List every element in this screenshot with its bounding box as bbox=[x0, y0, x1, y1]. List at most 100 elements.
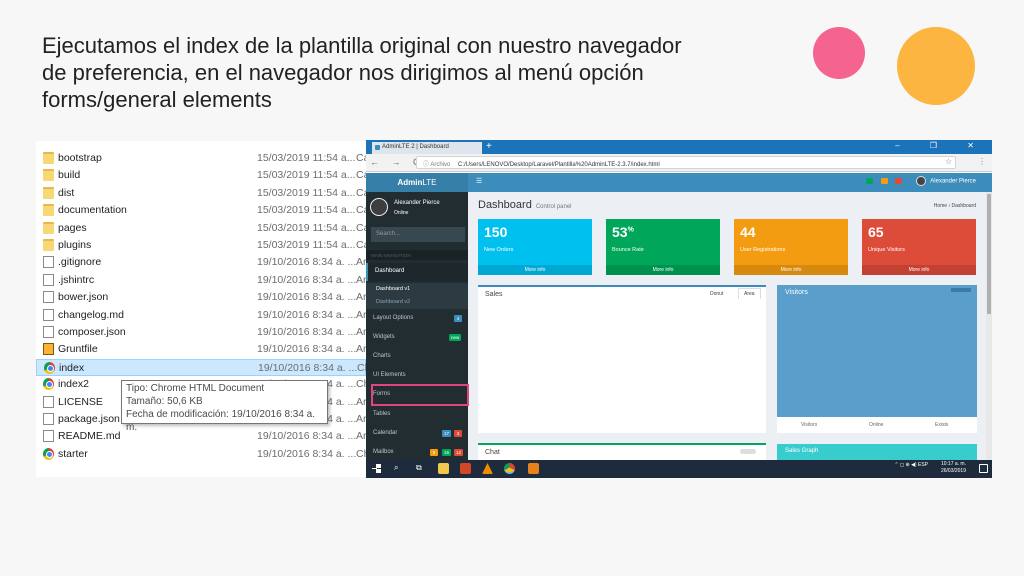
file-date: 19/10/2016 8:34 a. ... bbox=[257, 308, 357, 321]
file-name: bootstrap bbox=[58, 152, 102, 164]
powerpoint-icon[interactable] bbox=[460, 463, 471, 474]
sidebar-item-widgets[interactable]: Widgets new bbox=[366, 329, 468, 347]
mailbox-badge-2: 16 bbox=[442, 449, 452, 456]
file-row[interactable]: build 15/03/2019 11:54 a...Ca bbox=[36, 167, 366, 184]
file-type: Ch bbox=[356, 378, 366, 391]
file-row[interactable]: dist 15/03/2019 11:54 a...Ca bbox=[36, 185, 366, 202]
notifications-icon[interactable] bbox=[979, 464, 988, 473]
sidebar-item-calendar[interactable]: Calendar 17 3 bbox=[366, 425, 468, 443]
avatar bbox=[370, 198, 388, 216]
sidebar-toggle-icon[interactable]: ☰ bbox=[476, 177, 482, 185]
file-date: 19/10/2016 8:34 a. ... bbox=[258, 361, 358, 374]
messages-badge-icon[interactable] bbox=[865, 178, 873, 184]
slide-title: Ejecutamos el index de la plantilla orig… bbox=[42, 33, 682, 112]
windows-start-icon[interactable] bbox=[372, 464, 381, 473]
file-date: 19/10/2016 8:34 a. ... bbox=[257, 273, 357, 286]
taskbar-clock[interactable]: 10:17 a. m. 26/03/2019 bbox=[941, 461, 966, 475]
stat-box: 44 User Registrations More info bbox=[734, 219, 848, 275]
stat-value: 44 bbox=[740, 224, 756, 240]
file-date: 19/10/2016 8:34 a. ... bbox=[257, 291, 357, 304]
sidebar-item-tables[interactable]: Tables bbox=[366, 406, 468, 424]
file-name: Gruntfile bbox=[58, 343, 98, 356]
stat-box: 65 Unique Visitors More info bbox=[862, 219, 976, 275]
vlc-icon[interactable] bbox=[482, 463, 493, 474]
browser-tab[interactable]: AdminLTE 2 | Dashboard bbox=[372, 142, 482, 154]
tooltip-modified: Fecha de modificación: 19/10/2016 8:34 a… bbox=[126, 409, 316, 433]
scrollbar-thumb[interactable] bbox=[987, 194, 991, 314]
browser-menu-icon[interactable]: ⋮ bbox=[978, 157, 986, 166]
sidebar-item-dashboard-v2[interactable]: Dashboard v2 bbox=[366, 296, 468, 309]
clock-date: 26/03/2019 bbox=[940, 468, 966, 474]
chat-title: Chat bbox=[485, 449, 500, 456]
file-icon bbox=[43, 395, 54, 408]
more-info-link[interactable]: More info bbox=[862, 265, 976, 275]
sidebar-item-ui-elements[interactable]: UI Elements bbox=[366, 367, 468, 385]
file-name: build bbox=[58, 169, 81, 182]
url-protocol: ⓘ Archivo bbox=[423, 162, 451, 168]
file-name: index bbox=[59, 361, 85, 374]
tab-donut[interactable]: Donut bbox=[710, 291, 723, 297]
sidebar-item-layout-options[interactable]: Layout Options 4 bbox=[366, 310, 468, 328]
file-row[interactable]: bower.json 19/10/2016 8:34 a. ... Ar bbox=[36, 289, 366, 306]
notifications-badge-icon[interactable] bbox=[880, 178, 888, 184]
more-info-link[interactable]: More info bbox=[734, 265, 848, 275]
more-info-link[interactable]: More info bbox=[606, 265, 720, 275]
url-input[interactable]: ⓘ Archivo C:/Users/LENOVO/Desktop/Larave… bbox=[416, 156, 956, 169]
file-row[interactable]: documentation 15/03/2019 11:54 a...Ca bbox=[36, 202, 366, 219]
tab-area[interactable]: Area bbox=[738, 288, 761, 299]
search-icon[interactable]: ⌕ bbox=[394, 463, 398, 473]
file-row[interactable]: .gitignore 19/10/2016 8:34 a. ... Ar bbox=[36, 254, 366, 271]
avatar bbox=[915, 176, 926, 186]
sidebar-search-input[interactable]: Search... bbox=[371, 227, 465, 242]
sidebar-item-mailbox[interactable]: Mailbox 5 16 12 bbox=[366, 444, 468, 460]
mailbox-badge-1: 5 bbox=[430, 449, 438, 456]
more-info-link[interactable]: More info bbox=[478, 265, 592, 275]
chat-toggle[interactable] bbox=[740, 449, 756, 454]
sidebar-item-charts[interactable]: Charts bbox=[366, 348, 468, 366]
file-row[interactable]: starter 19/10/2016 8:34 a. ...Ch bbox=[36, 446, 366, 463]
file-row[interactable]: plugins 15/03/2019 11:54 a...Ca bbox=[36, 237, 366, 254]
breadcrumb[interactable]: Home › Dashboard bbox=[934, 203, 976, 209]
system-tray[interactable]: ⌃ ◻ ⊕ ◀) ESP bbox=[894, 462, 928, 468]
stat-label: User Registrations bbox=[740, 247, 786, 253]
new-tab-button[interactable]: + bbox=[486, 141, 492, 152]
task-view-icon[interactable]: ⧉ bbox=[416, 463, 422, 473]
browser-tab-strip: AdminLTE 2 | Dashboard + – ❐ ✕ bbox=[366, 140, 992, 154]
file-row[interactable]: composer.json 19/10/2016 8:34 a. ... Ar bbox=[36, 324, 366, 341]
tasks-badge-icon[interactable] bbox=[895, 178, 903, 184]
stat-value: 150 bbox=[484, 224, 507, 240]
file-row[interactable]: Gruntfile 19/10/2016 8:34 a. ... Ar bbox=[36, 341, 366, 358]
sidebar-item-dashboard-v1[interactable]: Dashboard v1 bbox=[366, 283, 468, 296]
file-row[interactable]: pages 15/03/2019 11:54 a...Ca bbox=[36, 220, 366, 237]
window-controls[interactable]: – ❐ ✕ bbox=[895, 141, 988, 150]
file-name: documentation bbox=[58, 204, 127, 217]
file-row[interactable]: index 19/10/2016 8:34 a. ...Ch bbox=[36, 358, 366, 376]
page-viewport: AdminLTE Alexander Pierce Online Search.… bbox=[366, 173, 992, 460]
file-type: Ar bbox=[356, 430, 366, 443]
sidebar-item-dashboard[interactable]: Dashboard bbox=[366, 263, 468, 281]
logo-bold: Admin bbox=[397, 178, 423, 187]
file-name: composer.json bbox=[58, 326, 126, 338]
file-type: Ar bbox=[356, 395, 366, 408]
file-row[interactable]: changelog.md 19/10/2016 8:34 a. ... Ar bbox=[36, 307, 366, 324]
sidebar-item-label: Widgets bbox=[373, 334, 395, 340]
presentation-slide: Ejecutamos el index de la plantilla orig… bbox=[0, 0, 1024, 576]
stat-value: 65 bbox=[868, 224, 884, 240]
page-scrollbar[interactable] bbox=[986, 192, 992, 460]
file-row[interactable]: bootstrap 15/03/2019 11:54 a...Ca bbox=[36, 150, 366, 167]
logo-normal: LTE bbox=[422, 178, 437, 187]
file-type: Ar bbox=[356, 413, 366, 425]
file-row[interactable]: .jshintrc 19/10/2016 8:34 a. ... Ar bbox=[36, 272, 366, 289]
chrome-icon bbox=[44, 361, 55, 374]
sublime-icon[interactable] bbox=[528, 463, 539, 474]
admin-logo[interactable]: AdminLTE bbox=[366, 173, 468, 192]
file-tooltip: Tipo: Chrome HTML Document Tamaño: 50,6 … bbox=[121, 380, 328, 433]
file-icon bbox=[43, 430, 54, 443]
calendar-badge-1: 17 bbox=[442, 430, 452, 437]
file-type: Ar bbox=[356, 343, 366, 356]
file-explorer-icon[interactable] bbox=[438, 463, 449, 474]
visitors-tools[interactable] bbox=[951, 288, 971, 292]
topbar-user-menu[interactable]: Alexander Pierce bbox=[860, 176, 976, 186]
bookmark-star-icon[interactable]: ☆ bbox=[945, 157, 952, 166]
chrome-icon[interactable] bbox=[504, 463, 515, 474]
